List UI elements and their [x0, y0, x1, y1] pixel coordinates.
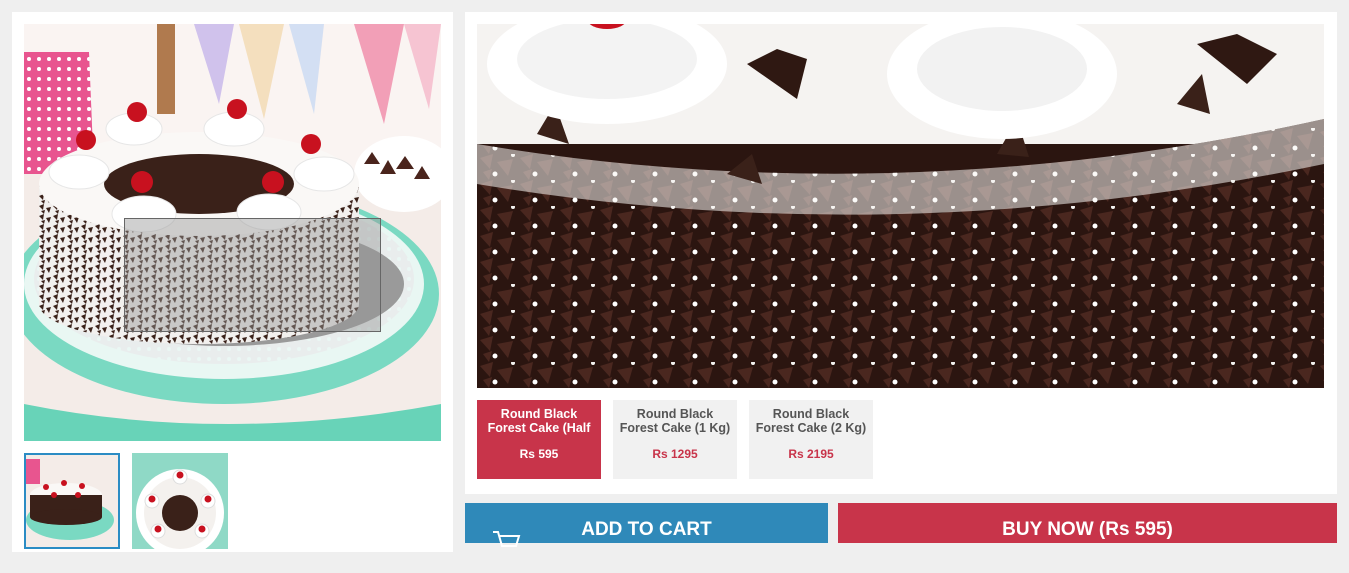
- variant-option-2-kg[interactable]: Round Black Forest Cake (2 Kg) Rs 2195: [749, 400, 873, 479]
- variant-name: Round Black Forest Cake (Half Kg): [487, 407, 591, 435]
- buy-now-button[interactable]: BUY NOW (Rs 595): [838, 503, 1337, 543]
- cart-icon: [491, 519, 521, 573]
- buy-now-label: BUY NOW (Rs 595): [1002, 519, 1173, 540]
- variant-price: Rs 1295: [652, 447, 698, 461]
- variant-name: Round Black Forest Cake (1 Kg): [619, 407, 731, 435]
- add-to-cart-button[interactable]: ADD TO CART: [465, 503, 828, 547]
- product-thumbnail-2[interactable]: [132, 453, 228, 549]
- product-thumbnail-1[interactable]: [24, 453, 120, 549]
- variant-name: Round Black Forest Cake (2 Kg): [755, 407, 867, 435]
- product-zoom-preview: [477, 24, 1324, 388]
- add-to-cart-label: ADD TO CART: [581, 519, 712, 540]
- variant-option-half-kg[interactable]: Round Black Forest Cake (Half Kg) Rs 595: [477, 400, 601, 479]
- variant-option-1-kg[interactable]: Round Black Forest Cake (1 Kg) Rs 1295: [613, 400, 737, 479]
- product-main-image[interactable]: [24, 24, 441, 441]
- zoom-lens[interactable]: [124, 218, 381, 332]
- variant-price: Rs 595: [519, 447, 559, 461]
- variant-price: Rs 2195: [788, 447, 834, 461]
